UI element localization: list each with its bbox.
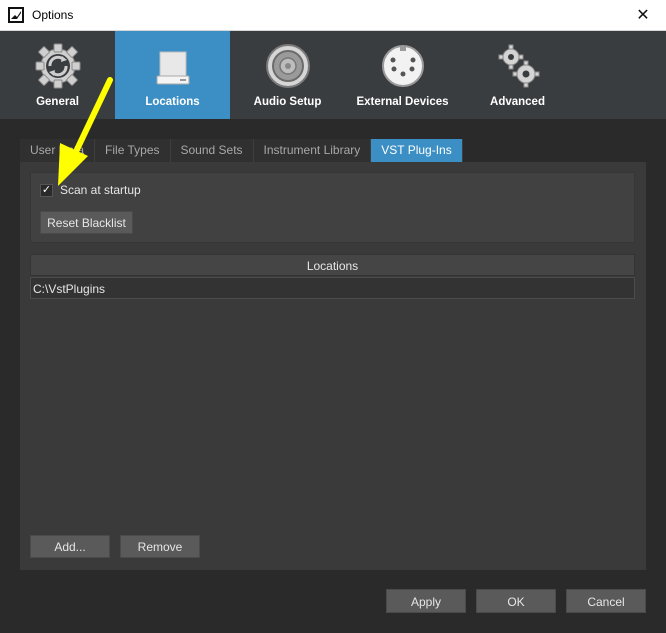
add-button[interactable]: Add... — [30, 535, 110, 558]
scan-at-startup-row[interactable]: ✓ Scan at startup — [40, 183, 141, 197]
drive-icon — [156, 51, 189, 85]
vst-panel: ✓ Scan at startup Reset Blacklist Locati… — [20, 162, 646, 570]
category-label: Locations — [145, 96, 200, 108]
content-area: User Data File Types Sound Sets Instrume… — [0, 119, 666, 633]
category-label: Audio Setup — [253, 96, 322, 108]
category-external-devices[interactable]: External Devices — [345, 31, 460, 119]
cancel-button[interactable]: Cancel — [566, 589, 646, 613]
list-item[interactable]: C:\VstPlugins — [30, 277, 635, 299]
category-bar: General Locations Audio Setup External D… — [0, 31, 666, 119]
tab-sound-sets[interactable]: Sound Sets — [170, 139, 254, 162]
ok-button[interactable]: OK — [476, 589, 556, 613]
category-label: General — [36, 96, 79, 108]
subtab-bar: User Data File Types Sound Sets Instrume… — [20, 139, 463, 162]
tab-file-types[interactable]: File Types — [95, 139, 171, 162]
locations-header: Locations — [30, 254, 635, 276]
tab-vst-plug-ins[interactable]: VST Plug-Ins — [371, 139, 463, 162]
speaker-icon — [265, 44, 310, 88]
category-locations[interactable]: Locations — [115, 31, 230, 119]
scan-at-startup-label[interactable]: Scan at startup — [60, 183, 141, 197]
apply-button[interactable]: Apply — [386, 589, 466, 613]
scan-options-box: ✓ Scan at startup Reset Blacklist — [30, 172, 635, 243]
close-button[interactable]: ✕ — [620, 0, 666, 30]
reset-blacklist-button[interactable]: Reset Blacklist — [40, 211, 133, 234]
close-icon: ✕ — [636, 7, 650, 24]
midi-connector-icon — [381, 45, 424, 87]
tab-instrument-library[interactable]: Instrument Library — [253, 139, 372, 162]
checkmark-icon: ✓ — [41, 183, 52, 196]
category-general[interactable]: General — [0, 31, 115, 119]
category-audio-setup[interactable]: Audio Setup — [230, 31, 345, 119]
gears-icon — [498, 44, 539, 88]
category-label: Advanced — [490, 96, 545, 108]
category-label: External Devices — [356, 96, 449, 108]
tab-user-data[interactable]: User Data — [20, 139, 96, 162]
locations-list: Locations C:\VstPlugins — [30, 254, 635, 514]
gear-sync-icon — [35, 43, 80, 89]
title-bar: Options ✕ — [0, 0, 666, 31]
category-advanced[interactable]: Advanced — [460, 31, 575, 119]
window-title: Options — [32, 8, 74, 22]
scan-at-startup-checkbox[interactable]: ✓ — [40, 183, 53, 197]
app-icon — [8, 7, 24, 23]
remove-button[interactable]: Remove — [120, 535, 200, 558]
